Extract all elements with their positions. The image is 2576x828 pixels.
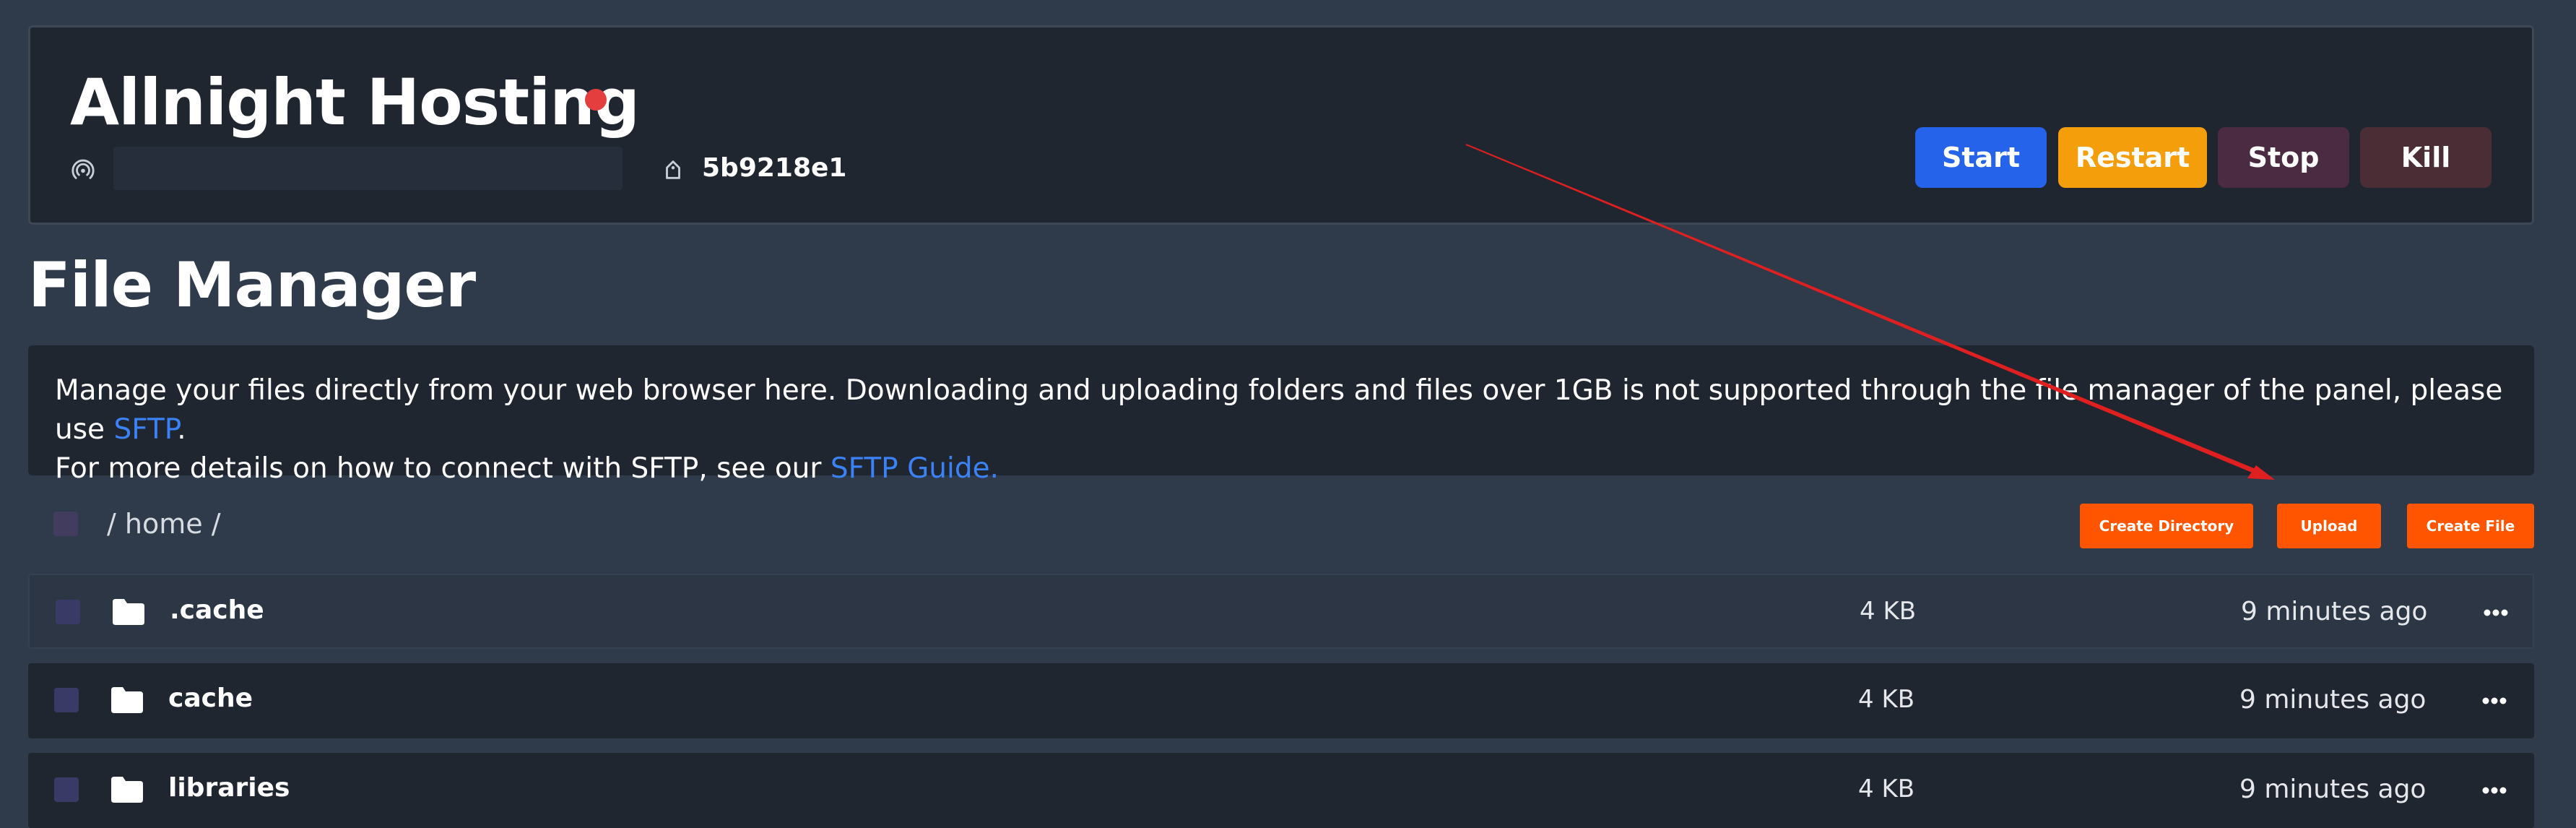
breadcrumb[interactable]: / home / (107, 508, 221, 540)
file-row[interactable]: libraries 4 KB 9 minutes ago (28, 753, 2534, 828)
file-size: 4 KB (1860, 597, 1917, 626)
status-indicator (585, 89, 607, 111)
row-checkbox[interactable] (54, 777, 79, 802)
file-modified: 9 minutes ago (2239, 775, 2427, 804)
file-row[interactable]: .cache 4 KB 9 minutes ago (28, 574, 2534, 649)
ellipsis-icon[interactable] (2480, 695, 2509, 707)
file-modified: 9 minutes ago (2239, 685, 2427, 715)
file-name[interactable]: .cache (170, 595, 264, 625)
wifi-signal-icon (71, 159, 95, 179)
select-all-checkbox[interactable] (53, 512, 78, 536)
server-ip (113, 147, 623, 190)
row-checkbox[interactable] (54, 688, 79, 712)
row-checkbox[interactable] (56, 600, 80, 624)
ellipsis-icon[interactable] (2481, 607, 2510, 618)
folder-icon (111, 687, 143, 713)
file-row[interactable]: cache 4 KB 9 minutes ago (28, 663, 2534, 738)
info-text-line1: Manage your files directly from your web… (55, 374, 2503, 446)
file-size: 4 KB (1858, 685, 1915, 714)
create-directory-button[interactable]: Create Directory (2080, 504, 2253, 548)
info-text-line2: For more details on how to connect with … (55, 452, 831, 485)
file-name[interactable]: cache (168, 683, 253, 713)
stop-button[interactable]: Stop (2218, 127, 2349, 188)
info-text: Manage your files directly from your web… (55, 371, 2510, 488)
server-id: 5b9218e1 (702, 153, 847, 183)
upload-button[interactable]: Upload (2277, 504, 2381, 548)
info-text-period: . (177, 413, 186, 446)
sftp-link[interactable]: SFTP (113, 413, 177, 446)
folder-icon (113, 599, 144, 625)
file-modified: 9 minutes ago (2241, 597, 2428, 626)
server-name: Allnight Hosting (70, 65, 640, 139)
folder-icon (111, 777, 143, 803)
id-tag-icon (666, 160, 680, 179)
restart-button[interactable]: Restart (2058, 127, 2207, 188)
info-box: Manage your files directly from your web… (28, 345, 2534, 485)
sftp-guide-link[interactable]: SFTP Guide. (831, 452, 999, 485)
file-name[interactable]: libraries (168, 773, 290, 803)
kill-button[interactable]: Kill (2360, 127, 2492, 188)
start-button[interactable]: Start (1915, 127, 2047, 188)
page-title: File Manager (28, 249, 476, 322)
file-size: 4 KB (1858, 775, 1915, 803)
ellipsis-icon[interactable] (2480, 785, 2509, 796)
create-file-button[interactable]: Create File (2407, 504, 2534, 548)
server-header: Allnight Hosting 5b9218e1 Start Restart … (28, 25, 2534, 225)
